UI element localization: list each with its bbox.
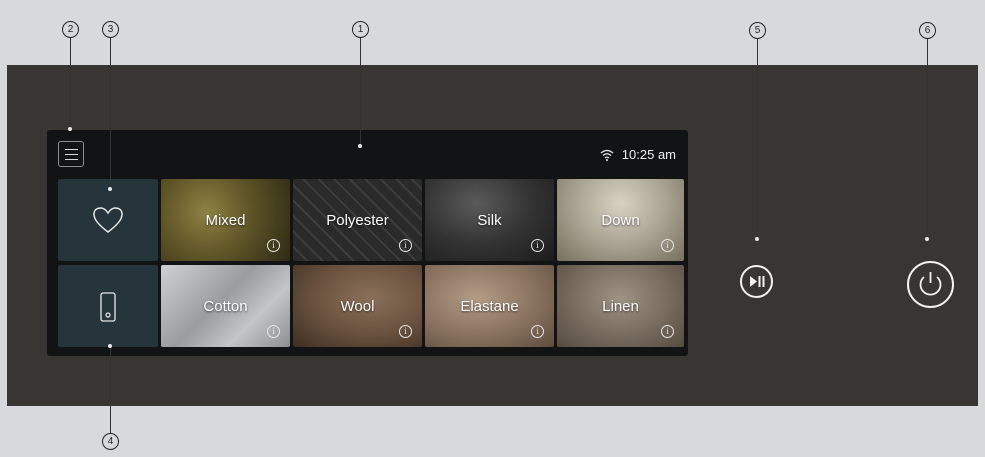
favorites-tile[interactable] [58, 179, 158, 261]
fabric-tile-mixed[interactable]: Mixed i [161, 179, 290, 261]
callout-leader-1 [360, 37, 361, 146]
fabric-label: Wool [340, 298, 375, 315]
start-pause-button[interactable] [740, 265, 773, 298]
fabric-label: Mixed [205, 212, 246, 229]
fabric-tile-down[interactable]: Down i [557, 179, 684, 261]
fabric-tile-silk[interactable]: Silk i [425, 179, 554, 261]
heart-icon [93, 207, 123, 233]
callout-dot-1 [358, 144, 362, 148]
fabric-label: Cotton [203, 298, 248, 315]
fabric-tile-elastane[interactable]: Elastane i [425, 265, 554, 347]
power-button[interactable] [907, 261, 954, 308]
callout-leader-2 [70, 37, 71, 129]
info-icon[interactable]: i [267, 325, 280, 338]
fabric-label: Silk [477, 212, 502, 229]
fabric-label: Elastane [460, 298, 519, 315]
play-pause-icon [750, 276, 765, 287]
info-icon[interactable]: i [531, 325, 544, 338]
fabric-label: Down [601, 212, 640, 229]
info-icon[interactable]: i [399, 325, 412, 338]
fabric-tile-linen[interactable]: Linen i [557, 265, 684, 347]
info-icon[interactable]: i [661, 325, 674, 338]
fabric-tile-polyester[interactable]: Polyester i [293, 179, 422, 261]
hamburger-line [65, 154, 78, 155]
callout-dot-4 [108, 344, 112, 348]
wifi-icon [600, 149, 614, 161]
callout-dot-2 [68, 127, 72, 131]
callout-dot-6 [925, 237, 929, 241]
power-icon [919, 272, 942, 296]
callout-1: 1 [352, 21, 369, 38]
callout-4: 4 [102, 433, 119, 450]
callout-leader-6 [927, 38, 928, 239]
callout-leader-4 [110, 346, 111, 434]
touchscreen-display: 10:25 am Mixed i Polyester i Silk i Down… [47, 130, 688, 356]
callout-leader-5 [757, 38, 758, 239]
hamburger-line [65, 159, 78, 160]
menu-button[interactable] [58, 141, 84, 167]
status-bar: 10:25 am [600, 147, 676, 162]
callout-6: 6 [919, 22, 936, 39]
smart-device-tile[interactable] [58, 265, 158, 347]
callout-dot-3 [108, 187, 112, 191]
clock-time: 10:25 am [621, 147, 676, 162]
callout-3: 3 [102, 21, 119, 38]
info-icon[interactable]: i [661, 239, 674, 252]
hamburger-menu-icon [65, 149, 78, 150]
fabric-label: Linen [602, 298, 639, 315]
fabric-label: Polyester [326, 212, 389, 229]
callout-2: 2 [62, 21, 79, 38]
callout-leader-3 [110, 37, 111, 189]
info-icon[interactable]: i [531, 239, 544, 252]
callout-dot-5 [755, 237, 759, 241]
info-icon[interactable]: i [399, 239, 412, 252]
phone-icon [100, 292, 116, 322]
fabric-tile-cotton[interactable]: Cotton i [161, 265, 290, 347]
callout-5: 5 [749, 22, 766, 39]
info-icon[interactable]: i [267, 239, 280, 252]
fabric-tile-wool[interactable]: Wool i [293, 265, 422, 347]
